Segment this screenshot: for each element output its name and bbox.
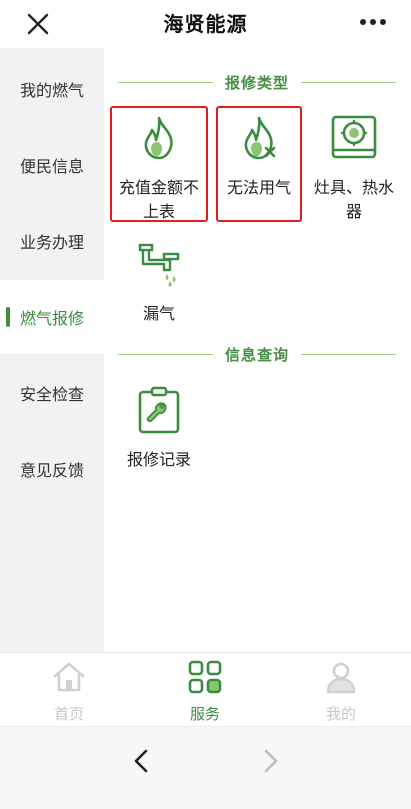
nav-label: 首页 [53, 705, 84, 723]
nav-label: 服务 [189, 705, 220, 723]
sidebar-item-label: 安全检查 [19, 385, 84, 404]
main-content: 报修类型 充值金额不上表 无法用气 灶具、热水器 漏气 信息查询 报修记录 [104, 48, 411, 652]
tile-gas-leak[interactable]: 漏气 [113, 240, 205, 326]
sidebar-item-label: 业务办理 [19, 233, 84, 252]
top-bar: 海贤能源 [0, 0, 411, 46]
nav-mine[interactable]: 我的 [301, 659, 381, 724]
tile-no-gas[interactable]: 无法用气 [213, 114, 305, 200]
divider [301, 81, 397, 83]
more-button[interactable] [357, 12, 389, 32]
section-header-info-query: 信息查询 [118, 344, 397, 364]
chevron-left-icon [134, 749, 148, 773]
sidebar-item-label: 便民信息 [19, 157, 84, 176]
sidebar-item-convenience-info[interactable]: 便民信息 [0, 128, 104, 202]
tile-label: 无法用气 [226, 178, 291, 197]
active-indicator [6, 307, 10, 327]
sidebar-item-business[interactable]: 业务办理 [0, 204, 104, 278]
nav-label: 我的 [325, 705, 356, 723]
browser-toolbar [0, 726, 411, 809]
repair-record-icon [138, 386, 180, 434]
more-dots-icon [360, 19, 386, 25]
nav-service[interactable]: 服务 [165, 659, 245, 724]
nav-home[interactable]: 首页 [29, 659, 109, 724]
section-header-repair-type: 报修类型 [118, 72, 397, 92]
pipe-leak-icon [138, 243, 180, 287]
forward-button[interactable] [256, 747, 284, 775]
page-title: 海贤能源 [163, 12, 248, 36]
section-title: 信息查询 [225, 345, 290, 364]
sidebar-item-feedback[interactable]: 意见反馈 [0, 432, 104, 506]
flame-x-icon [244, 116, 276, 160]
sidebar-item-label: 我的燃气 [19, 81, 84, 100]
divider [118, 353, 213, 355]
sidebar-item-gas-repair[interactable]: 燃气报修 [0, 280, 104, 354]
sidebar: 我的燃气 便民信息 业务办理 燃气报修 安全检查 意见反馈 [0, 48, 104, 652]
divider [118, 81, 213, 83]
tile-label: 充值金额不上表 [118, 178, 199, 221]
sidebar-item-safety-check[interactable]: 安全检查 [0, 356, 104, 430]
sidebar-item-label: 意见反馈 [19, 461, 84, 480]
back-button[interactable] [128, 747, 156, 775]
tile-recharge-not-credited[interactable]: 充值金额不上表 [113, 114, 205, 224]
tile-stove-heater[interactable]: 灶具、热水器 [308, 114, 400, 224]
bottom-nav: 首页 服务 我的 [0, 652, 411, 726]
section-title: 报修类型 [225, 73, 290, 92]
user-icon [326, 662, 356, 694]
divider [301, 353, 397, 355]
sidebar-item-label: 燃气报修 [19, 309, 84, 328]
stove-icon [331, 115, 377, 159]
chevron-right-icon [264, 749, 278, 773]
tile-label: 灶具、热水器 [314, 178, 395, 221]
flame-icon [144, 116, 173, 160]
sidebar-item-my-gas[interactable]: 我的燃气 [0, 52, 104, 126]
grid-icon [188, 660, 222, 694]
tile-label: 报修记录 [126, 450, 191, 469]
home-icon [53, 662, 85, 692]
tile-label: 漏气 [142, 304, 175, 323]
tile-repair-record[interactable]: 报修记录 [113, 386, 205, 472]
